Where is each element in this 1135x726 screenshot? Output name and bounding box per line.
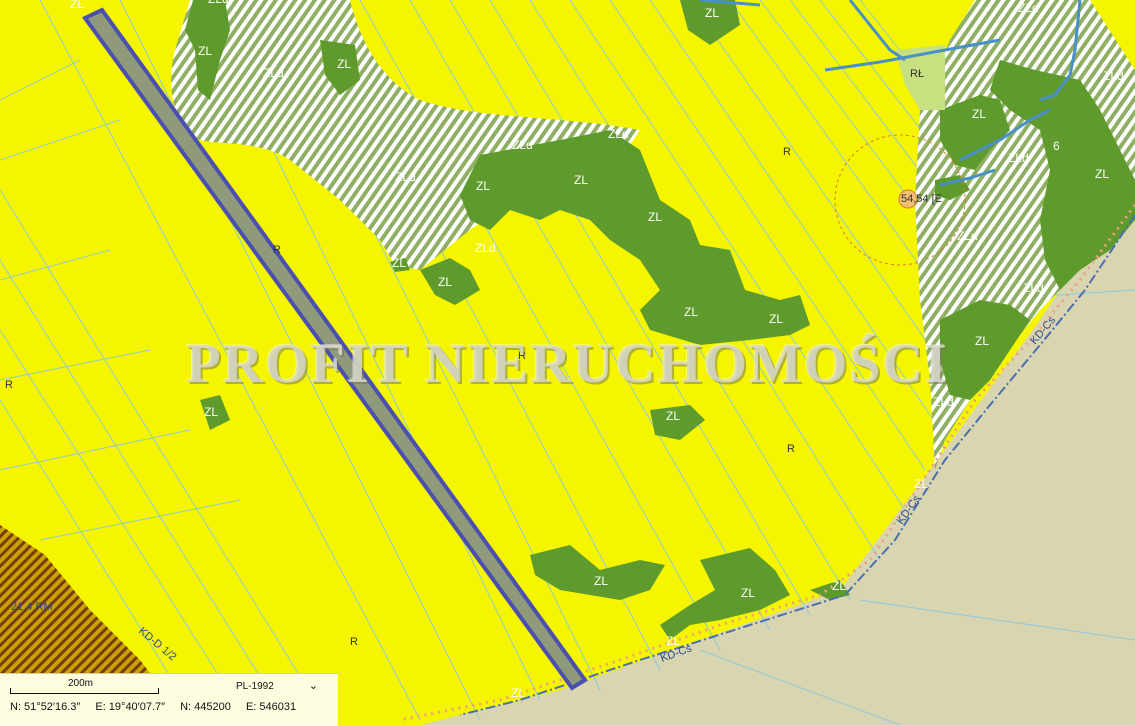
label-zl: ZL: [684, 305, 698, 319]
label-zl: ZL: [975, 334, 989, 348]
label-well: 54,54 [E: [901, 193, 942, 205]
label-zld: ZLd: [475, 241, 496, 255]
label-zld: ZLd: [1008, 151, 1029, 165]
label-zld: ZLd: [608, 127, 629, 141]
label-zl: ZL: [705, 6, 719, 20]
label-r: R: [787, 443, 795, 455]
label-zl: ZL: [914, 477, 928, 491]
label-r: R: [5, 379, 13, 391]
crs-value: PL-1992: [236, 681, 274, 692]
label-zl: ZL: [574, 173, 588, 187]
label-r: R: [350, 636, 358, 648]
label-six: 6: [1053, 139, 1060, 153]
coord-north: N: 445200: [180, 701, 231, 713]
label-zl: ZL: [70, 0, 84, 11]
label-zld: ZLd: [933, 395, 954, 409]
label-r: R: [273, 244, 281, 256]
label-zld: ZLd: [395, 170, 416, 184]
label-rl: RŁ: [910, 68, 924, 80]
zoning-map[interactable]: ZL ZLd ZL ZLd ZL ZL ZLd ZLd ZLd ZL ZL ZL…: [0, 0, 1135, 725]
label-zl: ZL: [972, 107, 986, 121]
label-zl: ZL: [511, 686, 525, 700]
label-r: R: [783, 146, 791, 158]
label-zl: ZL: [438, 275, 452, 289]
label-zld: ZLd: [957, 229, 978, 243]
label-zl: ZL: [476, 179, 490, 193]
label-zl: ZL: [204, 405, 218, 419]
label-rm: 21.4 RM: [11, 601, 53, 613]
label-zl: ZL: [1095, 167, 1109, 181]
label-zl: ZL: [392, 256, 406, 270]
chevron-down-icon: ⌄: [308, 680, 318, 692]
coordinate-readout: N: 51°52′16.3″ E: 19°40′07.7″ N: 445200 …: [10, 701, 308, 713]
label-zld: ZLd: [1023, 281, 1044, 295]
coord-lat: N: 51°52′16.3″: [10, 701, 81, 713]
map-footer: 200m PL-1992 ⌄ N: 51°52′16.3″ E: 19°40′0…: [0, 673, 338, 726]
coord-lon: E: 19°40′07.7″: [95, 701, 166, 713]
label-zld: ZLd: [208, 0, 229, 6]
label-r: R: [518, 350, 526, 362]
label-zld: ZLd: [1103, 69, 1124, 83]
label-zl: ZL: [198, 44, 212, 58]
label-zld: ZLd: [263, 66, 284, 80]
label-zl: ZL: [594, 574, 608, 588]
label-zld: ZLd: [1018, 1, 1039, 15]
label-zl: ZL: [769, 312, 783, 326]
label-zl: ZL: [337, 57, 351, 71]
scale-bar: [10, 688, 159, 694]
coord-east: E: 546031: [245, 701, 297, 713]
label-zl: ZL: [832, 579, 846, 593]
label-zld: ZLd: [512, 138, 533, 152]
label-zl: ZL: [648, 210, 662, 224]
label-zl: ZL: [666, 409, 680, 423]
label-zl: ZL: [741, 586, 755, 600]
crs-select[interactable]: PL-1992 ⌄: [220, 679, 324, 695]
